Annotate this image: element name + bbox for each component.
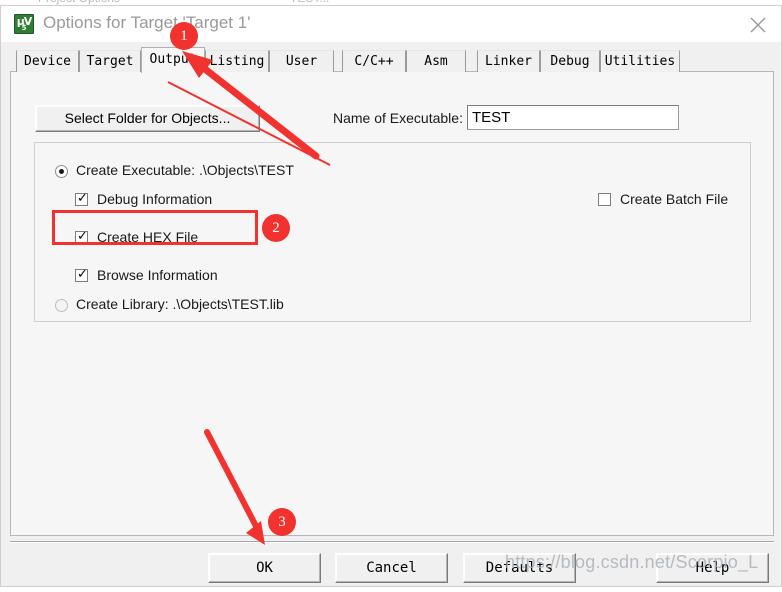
app-icon-glyph-bottom: 5 bbox=[21, 24, 27, 32]
close-icon[interactable] bbox=[735, 6, 781, 42]
tab-asm[interactable]: Asm bbox=[406, 50, 466, 72]
tab-linker[interactable]: Linker bbox=[477, 50, 540, 72]
checkmark-icon: ✓ bbox=[77, 191, 88, 206]
create-batch-file-checkbox[interactable] bbox=[598, 193, 611, 206]
debug-information-checkbox[interactable]: ✓ bbox=[75, 191, 88, 206]
browse-information-row[interactable]: ✓ Browse Information bbox=[75, 267, 218, 285]
title-bar: µV 5 Options for Target 'Target 1' bbox=[1, 6, 781, 42]
help-button[interactable]: Help bbox=[656, 553, 769, 583]
create-hex-file-checkbox[interactable]: ✓ bbox=[75, 229, 88, 244]
defaults-button[interactable]: Defaults bbox=[463, 553, 576, 583]
cancel-button[interactable]: Cancel bbox=[335, 553, 448, 583]
window-title: Options for Target 'Target 1' bbox=[43, 13, 251, 32]
output-options-groupbox: Create Executable: .\Objects\TEST ✓ Debu… bbox=[34, 142, 751, 322]
debug-information-row[interactable]: ✓ Debug Information bbox=[75, 191, 212, 209]
tab-strip: Device Target Output Listing User C/C++ … bbox=[10, 47, 774, 73]
tab-device[interactable]: Device bbox=[16, 50, 79, 72]
browse-information-checkbox[interactable]: ✓ bbox=[75, 267, 88, 282]
select-folder-for-objects-button[interactable]: Select Folder for Objects... bbox=[35, 105, 260, 132]
create-hex-file-label: Create HEX File bbox=[97, 229, 199, 245]
create-executable-label: Create Executable: .\Objects\TEST bbox=[76, 162, 294, 178]
create-library-radio[interactable] bbox=[55, 299, 68, 312]
tab-utilities[interactable]: Utilities bbox=[600, 50, 680, 72]
checkmark-icon: ✓ bbox=[77, 229, 88, 244]
name-of-executable-input[interactable]: TEST bbox=[467, 105, 679, 130]
create-executable-radio[interactable] bbox=[55, 165, 68, 178]
tab-debug[interactable]: Debug bbox=[540, 50, 600, 72]
create-batch-file-label: Create Batch File bbox=[620, 191, 729, 207]
tab-output[interactable]: Output bbox=[141, 47, 205, 73]
tab-user[interactable]: User bbox=[269, 50, 334, 72]
name-of-executable-label: Name of Executable: bbox=[333, 110, 463, 126]
checkmark-icon: ✓ bbox=[77, 267, 88, 282]
footer-separator bbox=[10, 541, 774, 543]
tab-c-cpp[interactable]: C/C++ bbox=[342, 50, 406, 72]
browse-information-label: Browse Information bbox=[97, 267, 218, 283]
create-batch-file-row[interactable]: Create Batch File bbox=[598, 191, 728, 209]
options-dialog: µV 5 Options for Target 'Target 1' Devic… bbox=[0, 5, 782, 587]
create-executable-radio-row[interactable]: Create Executable: .\Objects\TEST bbox=[55, 162, 294, 180]
tab-listing[interactable]: Listing bbox=[205, 50, 269, 72]
create-library-radio-row[interactable]: Create Library: .\Objects\TEST.lib bbox=[55, 296, 284, 314]
ok-button[interactable]: OK bbox=[208, 553, 321, 583]
debug-information-label: Debug Information bbox=[97, 191, 213, 207]
tab-target[interactable]: Target bbox=[79, 50, 141, 72]
create-library-label: Create Library: .\Objects\TEST.lib bbox=[76, 296, 284, 312]
create-hex-file-row[interactable]: ✓ Create HEX File bbox=[75, 229, 198, 247]
keil-uvision-icon: µV 5 bbox=[14, 14, 34, 34]
